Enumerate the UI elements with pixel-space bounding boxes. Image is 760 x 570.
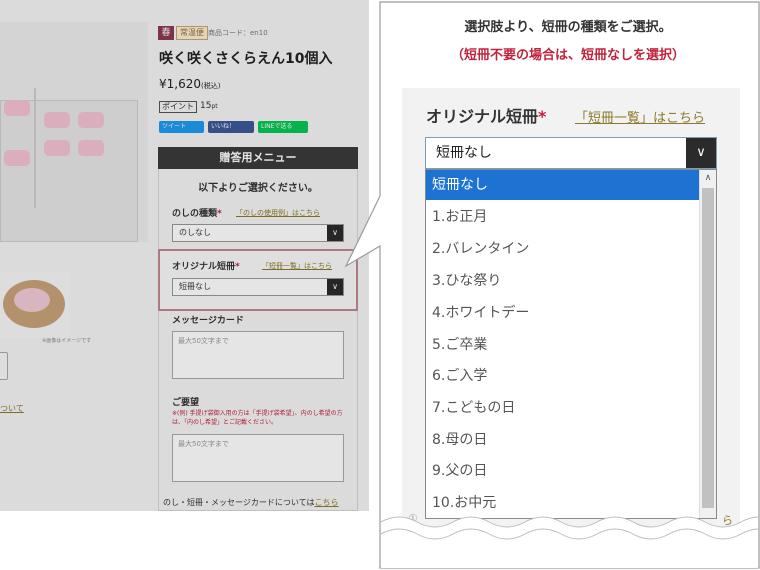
option-item[interactable]: 8.母の日 [426,425,700,455]
option-item[interactable]: 短冊なし [426,170,700,200]
scrollbar-thumb[interactable] [702,188,714,508]
product-page: ※画像はイメージです ついて 春 常温便 商品コード：en10 咲く咲くさくらえ… [0,0,369,511]
instruction-line-1: 選択肢より、短冊の種類をご選択。 [464,20,672,35]
option-item[interactable]: 4.ホワイトデー [426,298,700,328]
zoomed-tanzaku-value: 短冊なし [436,145,492,161]
instruction-line-2: （短冊不要の場合は、短冊なしを選択） [450,48,685,63]
torn-edge-fill [381,517,758,568]
option-item[interactable]: 7.こどもの日 [426,393,700,423]
zoomed-tanzaku-select[interactable]: 短冊なし ∨ [425,137,717,169]
options-scrollbar[interactable]: ∧ [699,170,716,518]
option-item[interactable]: 3.ひな祭り [426,266,700,296]
option-item[interactable]: 6.ご入学 [426,361,700,391]
option-item[interactable]: 5.ご卒業 [426,330,700,360]
dim-overlay [0,0,369,511]
screenshot-stage: ※画像はイメージです ついて 春 常温便 商品コード：en10 咲く咲くさくらえ… [0,0,760,570]
zoomed-tanzaku-label-text: オリジナル短冊 [426,107,539,126]
chevron-down-icon: ∨ [686,138,716,168]
scroll-up-arrow-icon[interactable]: ∧ [700,170,716,186]
zoomed-tanzaku-list-link[interactable]: 「短冊一覧」はこちら [575,107,705,126]
option-item[interactable]: 2.バレンタイン [426,234,700,264]
tanzaku-options-list: 短冊なし 1.お正月 2.バレンタイン 3.ひな祭り 4.ホワイトデー 5.ご卒… [425,169,717,519]
required-mark: * [538,107,547,126]
option-item[interactable]: 1.お正月 [426,202,700,232]
torn-edge [381,516,758,568]
zoomed-tanzaku-label: オリジナル短冊* [426,103,546,127]
option-item[interactable]: 9.父の日 [426,456,700,486]
